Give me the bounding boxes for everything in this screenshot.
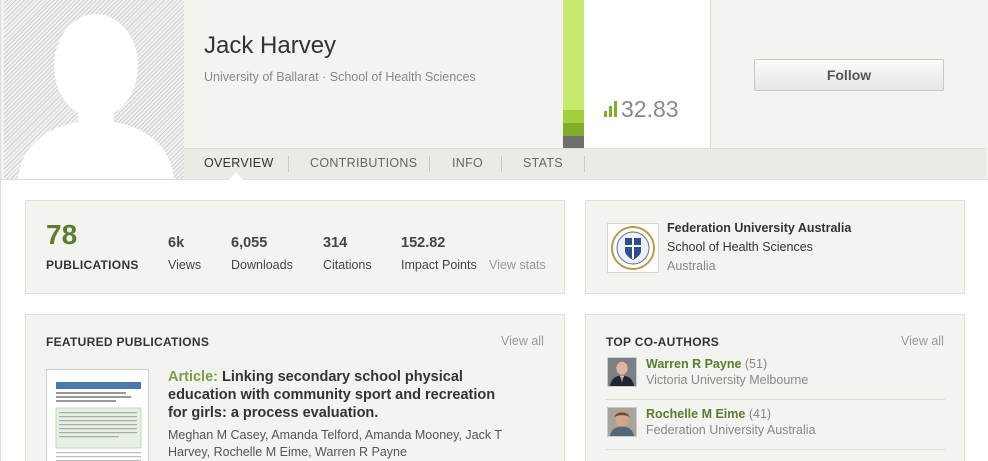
coauthor-row[interactable]: Warren R Payne (51) Victoria University …: [606, 350, 945, 400]
coauthor-avatar[interactable]: [607, 407, 637, 437]
profile-header: Jack Harvey University of Ballarat · Sch…: [1, 0, 988, 180]
impact-points-label: Impact Points: [401, 258, 477, 272]
institution-department[interactable]: School of Health Sciences: [667, 240, 813, 254]
featured-publications-card: FEATURED PUBLICATIONS View all Article: …: [25, 314, 565, 461]
top-coauthors-card: TOP CO-AUTHORS View all Warren R Payne (…: [585, 314, 965, 461]
rg-score-value: 32.83: [621, 96, 679, 122]
coauthor-row[interactable]: Rochelle M Eime (41) Federation Universi…: [606, 400, 945, 450]
coauthor-count: (51): [744, 357, 768, 371]
article-title-text: Linking secondary school physical educat…: [168, 369, 496, 421]
institution-name[interactable]: Federation University Australia: [667, 221, 851, 235]
article-type-label: Article:: [168, 369, 218, 385]
publication-thumbnail[interactable]: [46, 369, 149, 461]
university-seal-icon: [611, 226, 655, 270]
coauthor-name[interactable]: Rochelle M Eime (41): [646, 407, 771, 421]
document-preview-icon: [55, 382, 142, 461]
views-value: 6k: [168, 235, 185, 251]
coauthor-name[interactable]: Warren R Payne (51): [646, 357, 767, 371]
featured-article-title[interactable]: Article: Linking secondary school physic…: [168, 368, 518, 422]
featured-article-authors[interactable]: Meghan M Casey, Amanda Telford, Amanda M…: [168, 427, 518, 461]
tab-stats[interactable]: STATS: [523, 149, 563, 180]
institution-logo[interactable]: [607, 223, 659, 273]
profile-name: Jack Harvey: [204, 32, 337, 59]
avatar-silhouette-icon: [18, 14, 174, 179]
publications-label: PUBLICATIONS: [46, 258, 139, 272]
profile-tabs: OVERVIEW CONTRIBUTIONS INFO STATS: [184, 148, 986, 180]
active-tab-caret: [229, 172, 243, 180]
coauthor-affiliation: Federation University Australia: [646, 423, 816, 437]
featured-view-all-link[interactable]: View all: [501, 334, 544, 348]
profile-page: Jack Harvey University of Ballarat · Sch…: [0, 0, 988, 461]
rg-score-box[interactable]: 32.83: [584, 0, 711, 148]
follow-button[interactable]: Follow: [754, 59, 944, 91]
downloads-label: Downloads: [231, 258, 293, 272]
citations-label: Citations: [323, 258, 372, 272]
publications-count[interactable]: 78: [46, 219, 77, 251]
profile-affiliation[interactable]: University of Ballarat · School of Healt…: [204, 70, 476, 84]
institution-card: Federation University Australia School o…: [585, 200, 965, 294]
tab-contributions[interactable]: CONTRIBUTIONS: [310, 149, 417, 180]
coauthor-count: (41): [748, 407, 772, 421]
citations-value: 314: [323, 235, 348, 251]
score-bars-icon: [604, 101, 617, 117]
featured-publications-title: FEATURED PUBLICATIONS: [46, 335, 210, 349]
coauthor-affiliation: Victoria University Melbourne: [646, 373, 809, 387]
impact-points-value: 152.82: [401, 235, 446, 251]
institution-country: Australia: [667, 259, 716, 273]
coauthor-avatar[interactable]: [607, 357, 637, 387]
view-stats-link[interactable]: View stats: [489, 258, 546, 272]
profile-avatar[interactable]: [4, 0, 184, 179]
views-label: Views: [168, 258, 202, 272]
stats-card: 78 PUBLICATIONS 6k Views 6,055 Downloads…: [25, 200, 565, 294]
coauthors-view-all-link[interactable]: View all: [901, 334, 944, 348]
downloads-value: 6,055: [231, 235, 268, 251]
tab-info[interactable]: INFO: [452, 149, 483, 180]
top-coauthors-title: TOP CO-AUTHORS: [606, 335, 720, 349]
score-bar: [563, 0, 584, 148]
